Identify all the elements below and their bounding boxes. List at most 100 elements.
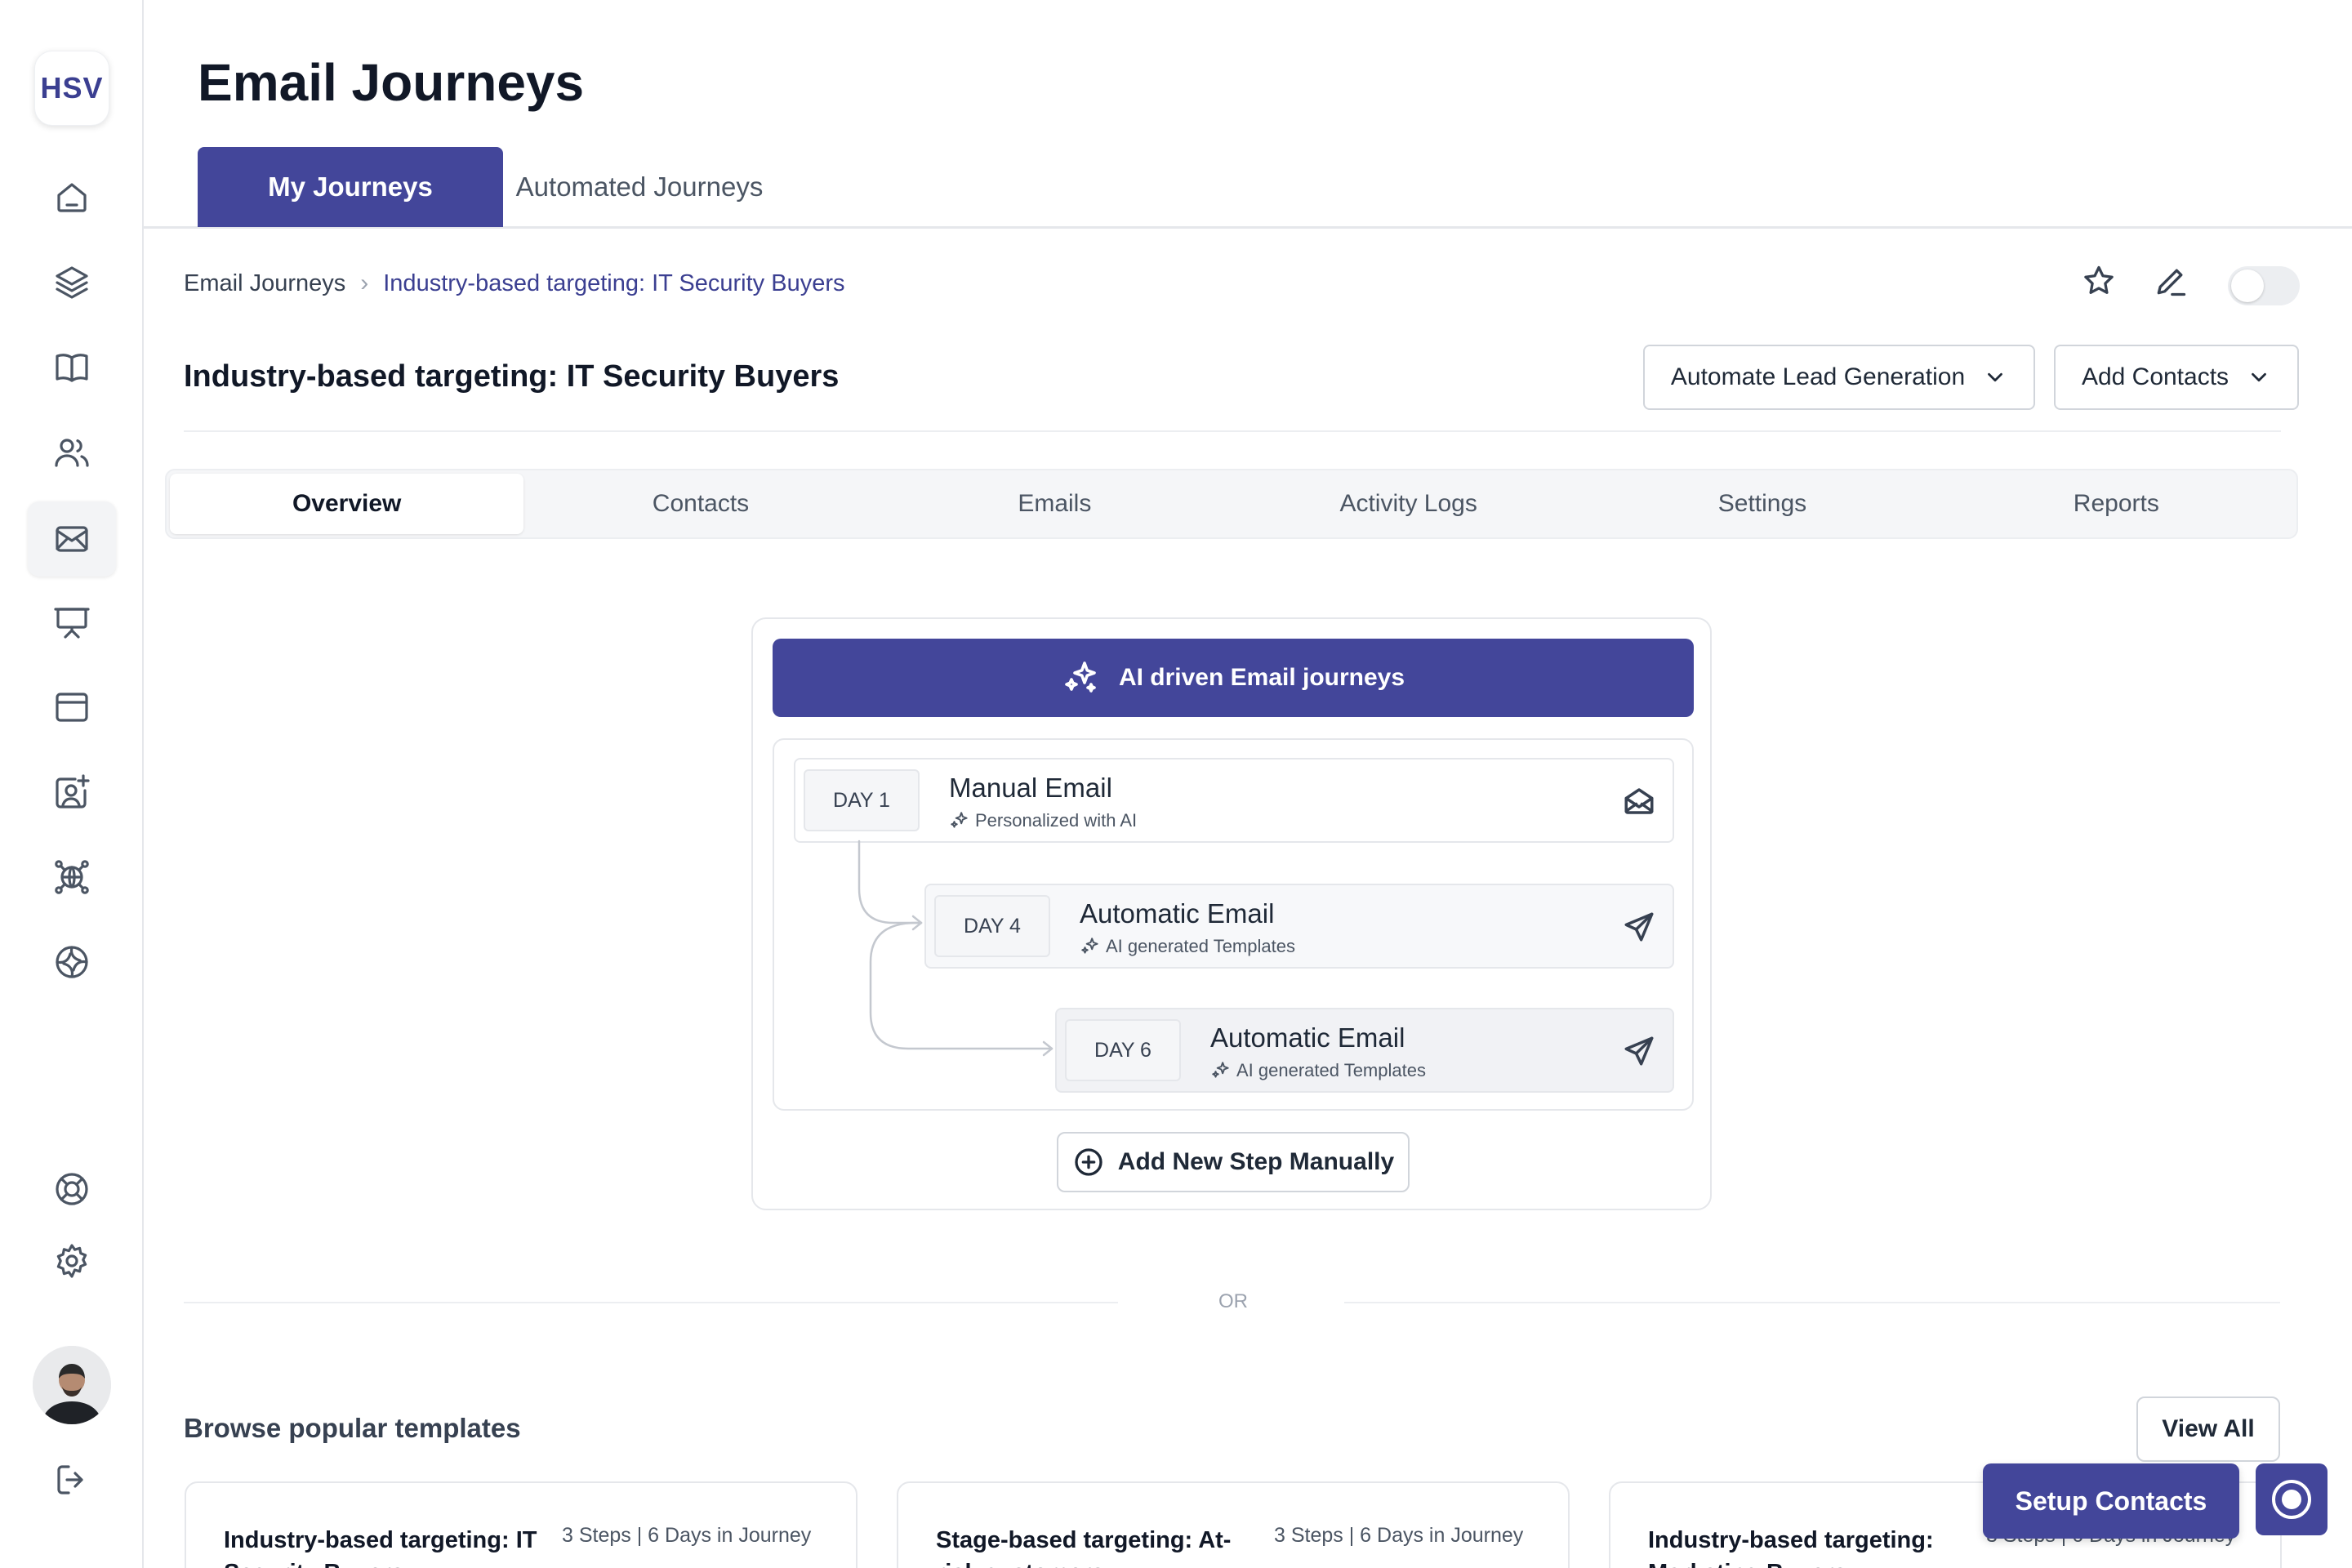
- view-all-button[interactable]: View All: [2136, 1396, 2280, 1462]
- record-button[interactable]: [2256, 1463, 2328, 1535]
- mail-icon: [56, 526, 88, 552]
- or-divider-text: OR: [1218, 1290, 1248, 1312]
- nav-support[interactable]: [42, 1160, 101, 1218]
- template-card[interactable]: Stage-based targeting: At-risk customers…: [897, 1481, 1570, 1568]
- layers-icon: [56, 266, 88, 299]
- tab-automated-journeys[interactable]: Automated Journeys: [503, 147, 776, 227]
- step-title: Automatic Email: [1080, 898, 1275, 929]
- edit-button[interactable]: [2153, 263, 2189, 303]
- tab-settings[interactable]: Settings: [1585, 474, 1939, 534]
- template-meta: 3 Steps | 6 Days in Journey: [562, 1524, 812, 1547]
- sparkles-icon: [951, 812, 968, 828]
- avatar-image: [33, 1346, 111, 1424]
- nav-browser[interactable]: [42, 678, 101, 737]
- nav-mail[interactable]: [28, 501, 116, 577]
- journey-steps: DAY 1 Manual Email Personalized with AI …: [773, 738, 1694, 1111]
- sidebar: HSV: [0, 0, 144, 1568]
- journey-flow-card: AI driven Email journeys DAY 1 Manual Em…: [751, 617, 1712, 1210]
- or-divider-left: [184, 1302, 1118, 1303]
- send-icon: [1624, 912, 1654, 942]
- journey-active-toggle[interactable]: [2228, 266, 2300, 305]
- step-subtitle-text: AI generated Templates: [1236, 1060, 1426, 1080]
- aperture-icon: [56, 946, 88, 978]
- sparkles-icon: [1065, 662, 1096, 693]
- tab-activity-logs[interactable]: Activity Logs: [1232, 474, 1585, 534]
- nav-users[interactable]: [42, 423, 101, 482]
- template-name: Industry-based targeting: Marketing Buye…: [1648, 1527, 1934, 1568]
- tab-contacts[interactable]: Contacts: [523, 474, 877, 534]
- presentation-icon: [54, 608, 90, 639]
- step-subtitle-text: AI generated Templates: [1106, 936, 1295, 956]
- ai-journey-banner[interactable]: AI driven Email journeys: [773, 639, 1694, 717]
- tab-my-journeys[interactable]: My Journeys: [198, 147, 503, 227]
- chevron-down-icon: [2252, 372, 2266, 382]
- contact-add-icon: [56, 774, 90, 808]
- tab-emails[interactable]: Emails: [878, 474, 1232, 534]
- day-badge: DAY 6: [1065, 1019, 1181, 1081]
- breadcrumb-current[interactable]: Industry-based targeting: IT Security Bu…: [383, 270, 844, 297]
- favorite-button[interactable]: [2081, 263, 2117, 303]
- lifebuoy-icon: [56, 1173, 88, 1205]
- sparkles-icon: [1081, 938, 1098, 954]
- day-badge: DAY 1: [804, 769, 920, 831]
- record-icon: [2272, 1480, 2311, 1519]
- nav-home[interactable]: [42, 168, 101, 227]
- home-icon: [57, 183, 87, 212]
- app-logo[interactable]: HSV: [34, 51, 109, 126]
- browser-window-icon: [56, 693, 88, 722]
- step-subtitle: AI generated Templates: [1080, 936, 1295, 957]
- nav-aperture[interactable]: [42, 933, 101, 991]
- template-name: Industry-based targeting: IT Security Bu…: [224, 1527, 537, 1568]
- journey-step[interactable]: DAY 4 Automatic Email AI generated Templ…: [924, 884, 1674, 969]
- nav-network[interactable]: [42, 848, 101, 906]
- user-avatar[interactable]: [33, 1346, 111, 1424]
- journey-step[interactable]: DAY 6 Automatic Email AI generated Templ…: [1055, 1008, 1674, 1093]
- automate-lead-generation-button[interactable]: Automate Lead Generation: [1643, 345, 2035, 410]
- step-title: Automatic Email: [1210, 1022, 1405, 1053]
- pencil-icon: [2157, 269, 2186, 296]
- journey-title: Industry-based targeting: IT Security Bu…: [184, 359, 840, 394]
- journey-tabs: My Journeys Automated Journeys: [144, 147, 2352, 229]
- nav-logout[interactable]: [42, 1450, 101, 1509]
- template-card[interactable]: Industry-based targeting: IT Security Bu…: [185, 1481, 858, 1568]
- plus-circle-icon: [1075, 1148, 1102, 1176]
- nav-layers[interactable]: [42, 253, 101, 312]
- step-subtitle-text: Personalized with AI: [975, 810, 1138, 831]
- users-icon: [55, 439, 89, 467]
- nav-book[interactable]: [42, 338, 101, 397]
- breadcrumb: Email Journeys › Industry-based targetin…: [184, 270, 844, 297]
- add-contacts-label: Add Contacts: [2081, 363, 2230, 390]
- setup-contacts-button[interactable]: Setup Contacts: [1983, 1463, 2239, 1539]
- nav-presentation[interactable]: [42, 593, 101, 652]
- sparkles-icon: [1212, 1062, 1229, 1078]
- step-type: [1622, 784, 1656, 818]
- step-subtitle: Personalized with AI: [949, 810, 1137, 831]
- chevron-right-icon: ›: [360, 270, 369, 296]
- template-name: Stage-based targeting: At-risk customers: [936, 1527, 1232, 1568]
- templates-heading: Browse popular templates: [184, 1413, 521, 1443]
- day-badge: DAY 4: [934, 895, 1050, 957]
- ai-journey-banner-label: AI driven Email journeys: [1118, 664, 1405, 691]
- tab-overview[interactable]: Overview: [170, 474, 524, 534]
- template-meta: 3 Steps | 6 Days in Journey: [1274, 1524, 1524, 1547]
- tab-reports[interactable]: Reports: [1940, 474, 2293, 534]
- book-icon: [56, 354, 88, 382]
- nav-contact-add[interactable]: [42, 763, 101, 822]
- logout-icon: [57, 1465, 83, 1494]
- divider: [184, 430, 2281, 432]
- chevron-down-icon: [1988, 372, 2002, 382]
- step-type: [1622, 1034, 1656, 1068]
- send-icon: [1624, 1036, 1654, 1066]
- gear-icon: [56, 1244, 87, 1278]
- step-subtitle: AI generated Templates: [1210, 1060, 1426, 1081]
- add-step-button[interactable]: Add New Step Manually: [1057, 1132, 1410, 1192]
- breadcrumb-root[interactable]: Email Journeys: [184, 270, 345, 297]
- add-contacts-button[interactable]: Add Contacts: [2054, 345, 2299, 410]
- nav-settings[interactable]: [42, 1232, 101, 1290]
- network-globe-icon: [55, 860, 89, 894]
- step-title: Manual Email: [949, 773, 1112, 803]
- envelope-open-icon: [1624, 788, 1654, 814]
- journey-step[interactable]: DAY 1 Manual Email Personalized with AI: [794, 758, 1674, 843]
- or-divider-right: [1344, 1302, 2280, 1303]
- star-icon: [2084, 265, 2114, 294]
